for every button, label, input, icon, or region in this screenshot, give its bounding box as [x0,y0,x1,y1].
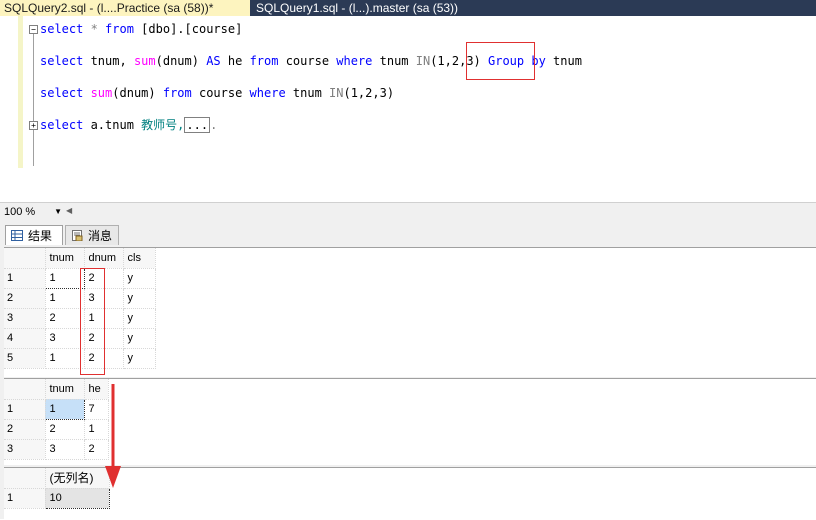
table-cell[interactable]: 2 [45,308,85,329]
row-number[interactable]: 1 [4,399,46,420]
row-header-corner [4,379,46,400]
annotation-box-group-by [466,42,535,80]
row-number[interactable]: 2 [4,419,46,440]
scroll-left-icon[interactable]: ◀ [66,206,72,215]
annotation-box-dnum [80,268,105,375]
message-icon [72,230,83,241]
tab-sqlquery2[interactable]: SQLQuery2.sql - (l....Practice (sa (58))… [0,0,250,16]
collapsed-code-ellipsis[interactable]: ... [184,117,211,133]
zoom-dropdown[interactable]: 100 % ▼ [4,205,62,219]
expand-icon[interactable]: + [29,121,38,130]
row-number[interactable]: 3 [4,439,46,460]
table-cell[interactable]: y [123,268,156,289]
table-cell[interactable]: y [123,328,156,349]
table-cell[interactable]: 10 [44,487,110,509]
tab-results[interactable]: 结果 [5,225,63,245]
row-number[interactable]: 2 [4,288,46,309]
table-cell[interactable]: y [123,348,156,369]
zoom-bar: 100 % ▼ ◀ [0,202,816,221]
row-number[interactable]: 4 [4,328,46,349]
table-cell[interactable]: y [123,288,156,309]
table-row[interactable]: 1 1 7 [4,398,109,420]
table-cell[interactable]: 1 [44,267,85,289]
row-header-corner [4,248,46,269]
row-header-corner [4,468,46,489]
table-cell[interactable]: 2 [45,419,85,440]
editor-margin [18,16,23,168]
document-tab-bar: SQLQuery2.sql - (l....Practice (sa (58))… [0,0,816,16]
results-pane: tnum dnum cls 1 1 2 y 2 1 3 y 3 2 1 y 4 … [0,245,816,520]
collapse-icon[interactable]: − [29,25,38,34]
column-header[interactable]: dnum [84,248,124,269]
table-cell[interactable]: y [123,308,156,329]
row-number[interactable]: 5 [4,348,46,369]
code-line-1: select * from [dbo].[course] [40,22,243,36]
annotation-arrow-icon [105,384,121,488]
results-tab-bar: 结果 消息 [0,221,816,245]
grid-icon [11,230,23,241]
column-header[interactable]: tnum [45,248,85,269]
chevron-down-icon: ▼ [54,207,62,216]
table-cell[interactable]: 1 [45,348,85,369]
result-grid-1[interactable]: tnum dnum cls 1 1 2 y 2 1 3 y 3 2 1 y 4 … [4,247,816,377]
code-line-3: select sum(dnum) from course where tnum … [40,86,395,100]
column-header[interactable]: tnum [45,379,85,400]
column-header[interactable]: (无列名) [45,468,110,489]
row-number[interactable]: 3 [4,308,46,329]
row-number[interactable]: 1 [4,488,46,509]
table-cell[interactable]: 1 [44,398,85,420]
tab-sqlquery1[interactable]: SQLQuery1.sql - (l...).master (sa (53)) [254,0,458,16]
table-cell[interactable]: 1 [45,288,85,309]
result-grid-3[interactable]: (无列名) 1 10 [4,467,816,520]
tab-messages[interactable]: 消息 [65,225,119,245]
table-cell[interactable]: 3 [45,328,85,349]
row-number[interactable]: 1 [4,268,46,289]
code-line-4: select a.tnum 教师号,.... [40,117,218,133]
fold-line [33,34,34,166]
table-cell[interactable]: 3 [45,439,85,460]
table-row[interactable]: 3 3 2 [4,439,109,460]
column-header[interactable]: cls [123,248,156,269]
table-row[interactable]: 2 2 1 [4,419,109,440]
table-row[interactable]: 1 10 [4,487,110,509]
result-grid-2[interactable]: tnum he 1 1 7 2 2 1 3 3 2 [4,378,816,465]
query-editor[interactable]: − + select * from [dbo].[course] select … [0,16,816,202]
